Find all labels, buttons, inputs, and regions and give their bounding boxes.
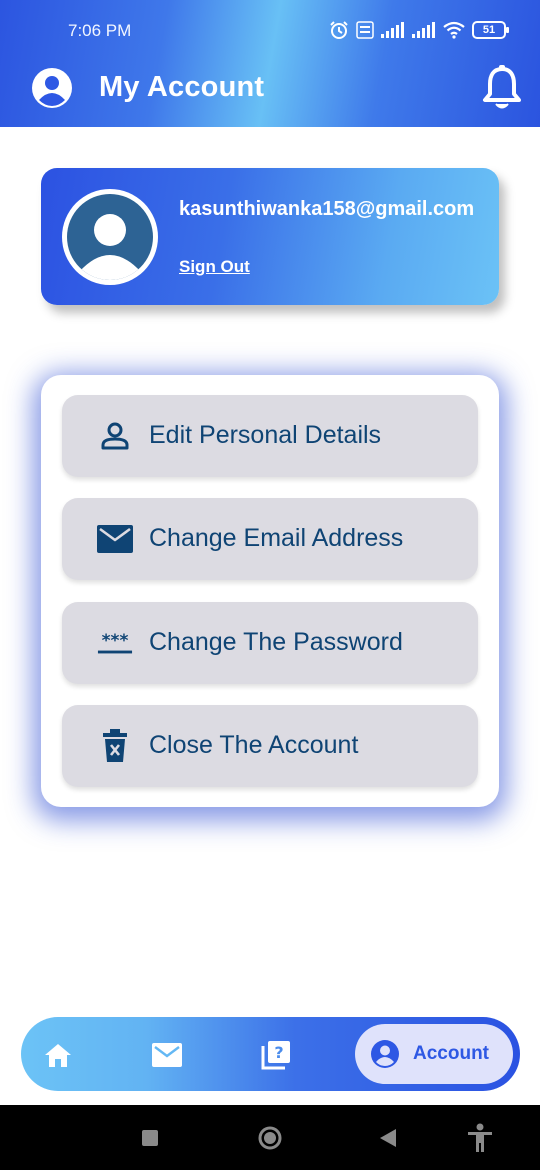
account-menu-card: Edit Personal Details Change Email Addre… (41, 375, 499, 807)
menu-item-label: Close The Account (149, 731, 359, 759)
trash-x-icon (103, 729, 127, 762)
help-book-icon: ? (261, 1041, 290, 1070)
sign-out-link[interactable]: Sign Out (179, 257, 250, 277)
wifi-icon (443, 21, 465, 39)
status-icons: 51 (329, 20, 509, 40)
change-password-button[interactable]: *** Change The Password (62, 602, 478, 684)
battery-icon: 51 (472, 21, 509, 39)
app-header: 7:06 PM 51 My Account (0, 0, 540, 127)
change-email-address-button[interactable]: Change Email Address (62, 498, 478, 580)
home-circle-icon[interactable] (257, 1125, 283, 1151)
edit-personal-details-button[interactable]: Edit Personal Details (62, 395, 478, 477)
account-icon (371, 1040, 399, 1068)
menu-item-label: Edit Personal Details (149, 421, 382, 449)
svg-text:***: *** (102, 631, 129, 651)
accessibility-icon[interactable] (466, 1123, 494, 1153)
nav-help[interactable]: ? (260, 1039, 292, 1071)
alarm-icon (330, 21, 348, 39)
password-icon: *** (97, 631, 133, 654)
nav-account[interactable]: Account (355, 1024, 513, 1084)
svg-text:?: ? (274, 1043, 283, 1062)
volte-icon (356, 21, 374, 39)
page-title: My Account (99, 71, 265, 103)
nav-mail[interactable] (151, 1039, 183, 1071)
menu-item-label: Change Email Address (149, 524, 404, 552)
mail-icon (152, 1043, 182, 1067)
recents-square-icon[interactable] (142, 1130, 158, 1146)
signal-icon-2 (412, 22, 435, 38)
home-icon (45, 1044, 71, 1067)
user-email: kasunthiwanka158@gmail.com (179, 198, 475, 220)
nav-account-label: Account (413, 1043, 489, 1064)
person-outline-icon (101, 422, 129, 450)
account-circle-icon[interactable] (32, 68, 72, 108)
user-avatar-icon (79, 214, 141, 280)
avatar (62, 189, 158, 285)
menu-item-label: Change The Password (149, 628, 403, 656)
profile-card: kasunthiwanka158@gmail.com Sign Out (41, 168, 499, 305)
system-navigation-bar (0, 1105, 540, 1170)
status-time: 7:06 PM (68, 21, 132, 40)
signal-icon (381, 22, 404, 38)
close-account-button[interactable]: Close The Account (62, 705, 478, 787)
nav-home[interactable] (42, 1039, 74, 1071)
envelope-icon (97, 525, 133, 553)
notification-bell-icon[interactable] (481, 65, 523, 111)
bottom-nav: ? Account (21, 1017, 520, 1091)
back-triangle-icon[interactable] (380, 1129, 396, 1147)
